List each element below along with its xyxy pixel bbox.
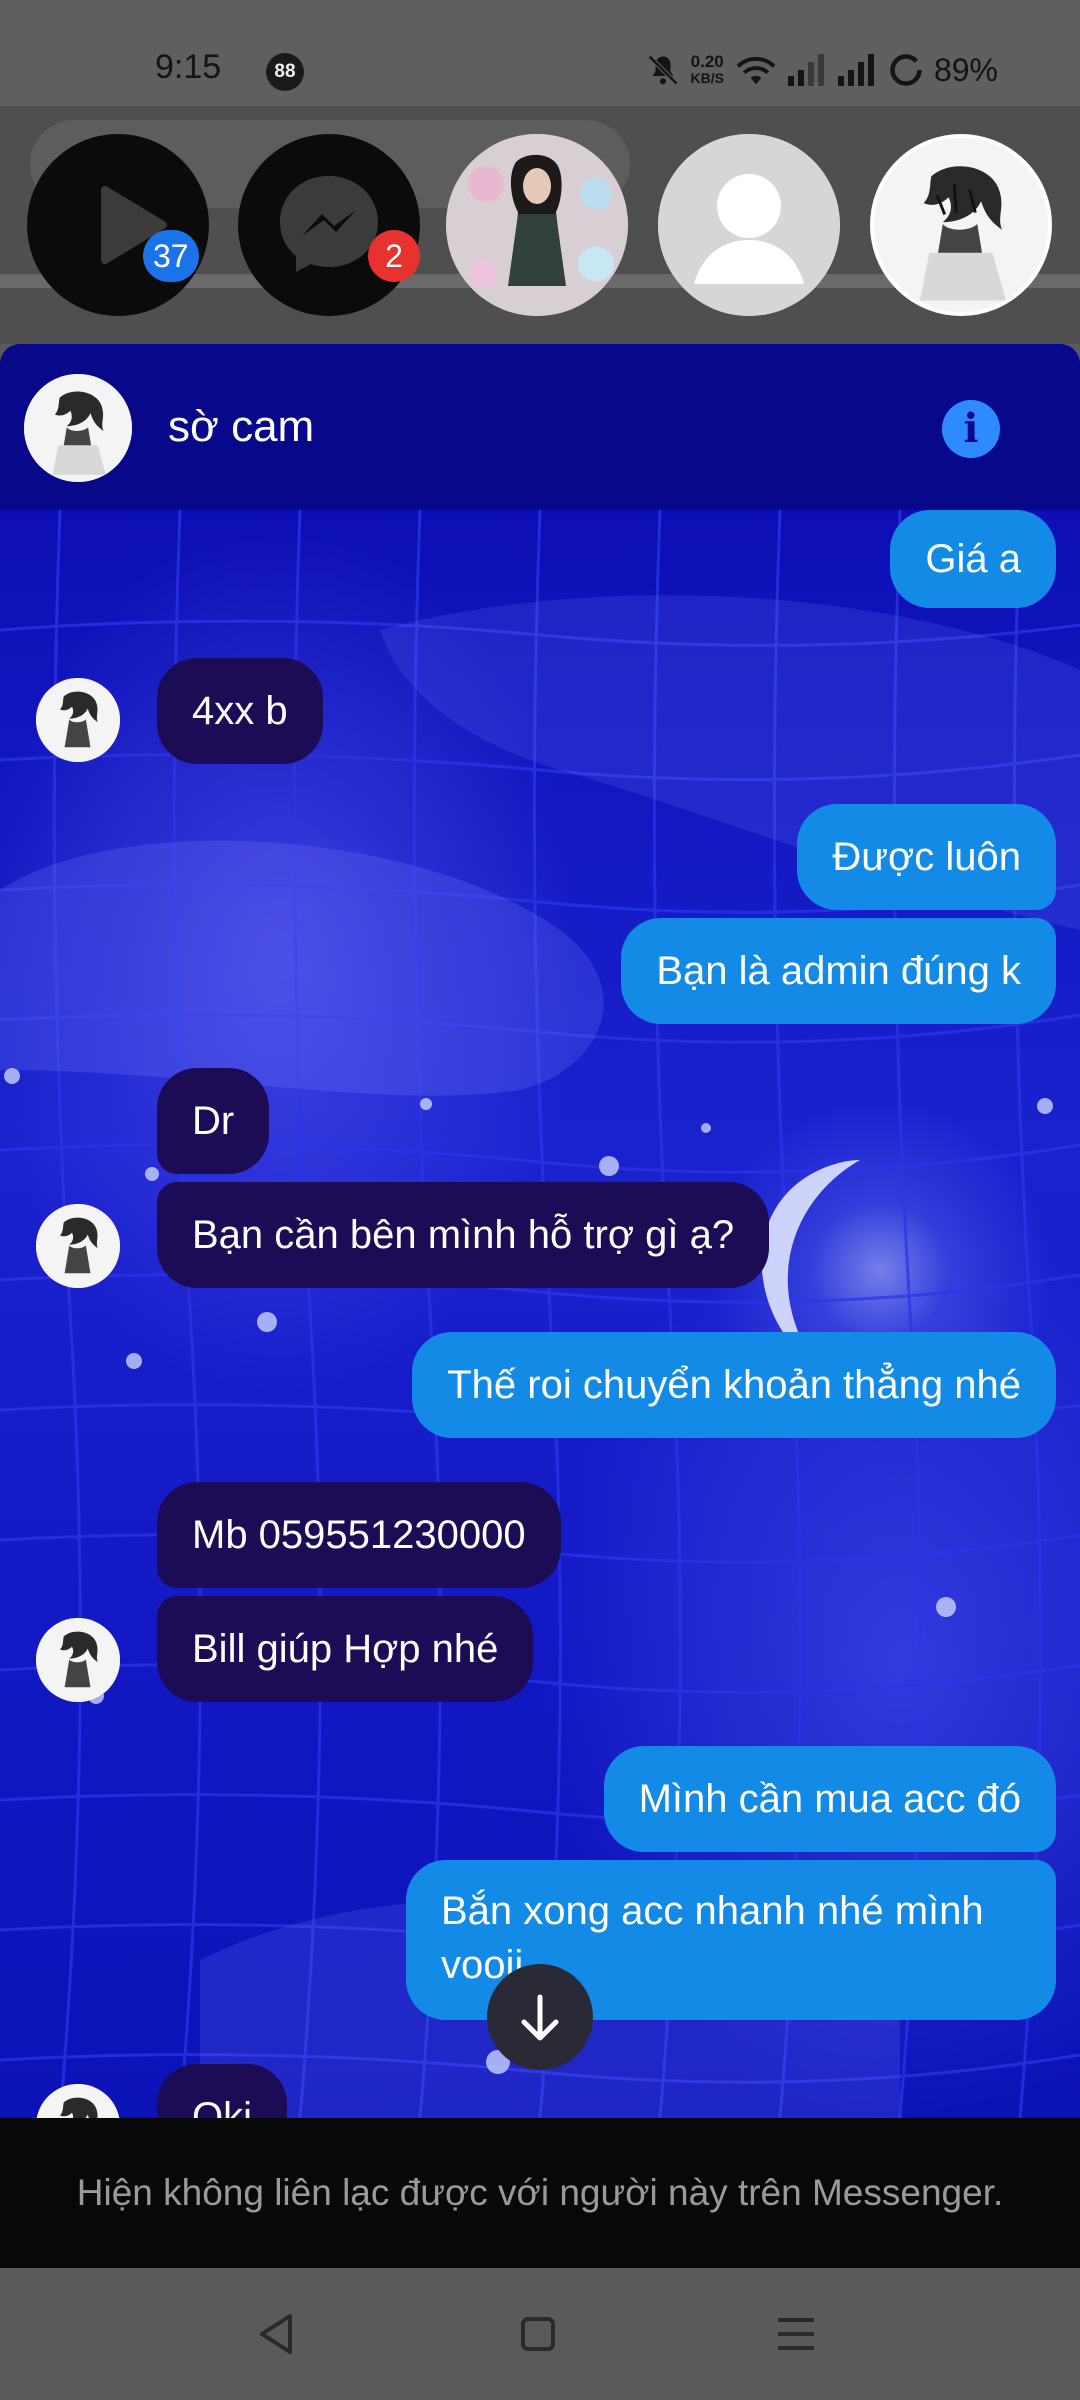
sender-avatar[interactable] [36,1618,120,1702]
scroll-to-bottom-button[interactable] [487,1964,593,2070]
chat-panel: sờ cam i Giá a 4xx b Được luôn Bạn là ad… [0,344,1080,2268]
contact-avatar-image [24,374,132,482]
play-icon [101,186,167,264]
contact-chat-head-photo[interactable] [446,134,628,316]
composer-unavailable-footer: Hiện không liên lạc được với người này t… [0,2118,1080,2268]
contact-chat-head-active[interactable] [870,134,1052,316]
info-icon[interactable]: i [942,400,1000,458]
network-speed-unit: KB/S [690,70,724,86]
video-chat-head[interactable] [27,134,209,316]
message-list[interactable]: Giá a 4xx b Được luôn Bạn là admin đúng … [0,510,1080,2118]
sender-avatar[interactable] [36,1204,120,1288]
notification-count-badge: 88 [266,53,304,91]
clock: 9:15 [155,48,222,86]
recents-icon [778,2318,814,2350]
outgoing-message[interactable]: Mình cần mua acc đó [603,1746,1056,1852]
back-icon [260,2314,292,2354]
incoming-message[interactable]: Bill giúp Hợp nhé [157,1596,534,1702]
recents-button[interactable] [766,2308,826,2360]
chat-heads-row: 37 2 [0,106,1080,450]
network-speed: 0.20 KB/S [691,53,724,87]
default-avatar-icon [658,134,840,316]
messenger-icon [280,176,378,272]
home-icon [521,2317,555,2351]
network-speed-value: 0.20 [690,52,724,71]
sender-avatar-image [36,1618,120,1702]
contact-chat-head-default[interactable] [658,134,840,316]
sender-avatar[interactable] [36,678,120,762]
system-navigation-bar [0,2268,1080,2400]
signal-icon [787,54,824,86]
signal-icon [837,54,874,86]
video-unread-badge: 37 [143,230,199,282]
profile-photo [446,134,628,316]
incoming-message[interactable]: Dr [157,1068,270,1174]
incoming-message[interactable]: 4xx b [157,658,323,764]
outgoing-message[interactable]: Giá a [890,510,1056,608]
battery-saver-icon [890,54,922,86]
incoming-message[interactable]: Mb 059551230000 [157,1482,561,1588]
status-bar: 9:15 88 0.20 KB/S 89% [0,0,1080,106]
arrow-down-icon [521,1994,559,2041]
outgoing-message[interactable]: Thế roi chuyển khoản thẳng nhé [412,1332,1056,1438]
contact-avatar[interactable] [24,374,132,482]
sketch-avatar-image [874,138,1048,312]
incoming-message[interactable]: Oki [157,2064,287,2118]
wifi-icon [736,56,776,85]
battery-percentage: 89% [933,51,998,88]
chat-header: sờ cam i [0,344,1080,510]
mute-icon [647,54,678,86]
unavailable-notice: Hiện không liên lạc được với người này t… [76,2172,1004,2213]
contact-name[interactable]: sờ cam [168,402,314,452]
back-button[interactable] [248,2308,308,2360]
outgoing-message[interactable]: Được luôn [797,804,1056,910]
incoming-message[interactable]: Bạn cần bên mình hỗ trợ gì ạ? [157,1182,770,1288]
messenger-unread-badge: 2 [368,230,420,282]
outgoing-message[interactable]: Bạn là admin đúng k [621,918,1056,1024]
home-button[interactable] [508,2308,568,2360]
sender-avatar-image [36,678,120,762]
messenger-chat-head[interactable] [238,134,420,316]
sender-avatar-image [36,1204,120,1288]
